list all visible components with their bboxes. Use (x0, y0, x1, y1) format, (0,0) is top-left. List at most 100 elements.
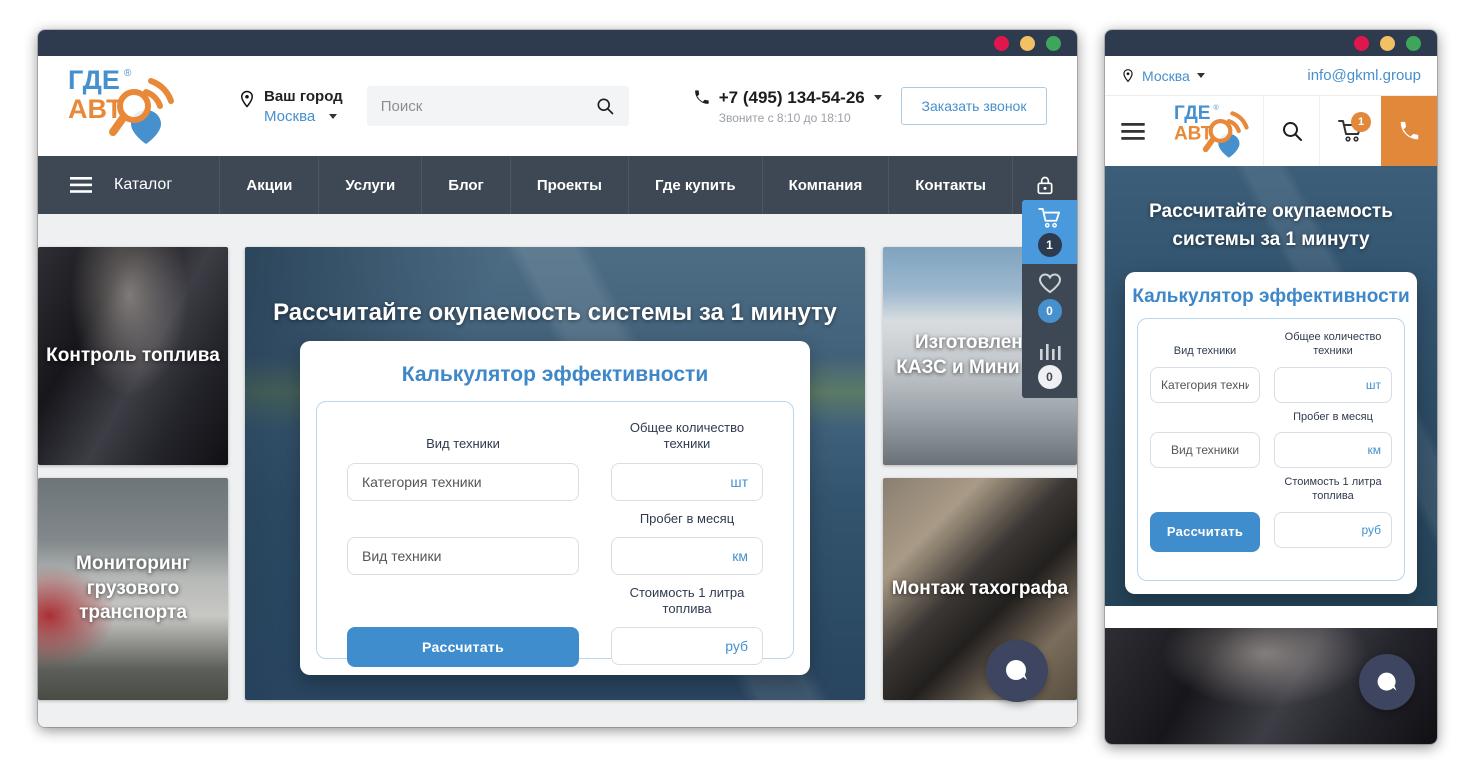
phone-icon (1398, 120, 1420, 142)
banner-tachograph[interactable]: Монтаж тахографа (883, 478, 1077, 700)
mobile-topbar: Москва info@gkml.group (1105, 56, 1437, 96)
favorites-widget-button[interactable]: 0 (1022, 264, 1077, 332)
mobile-photo-banner[interactable] (1105, 628, 1437, 744)
floating-side-widget: 1 0 0 (1022, 200, 1077, 398)
quantity-unit: шт (1366, 378, 1381, 392)
fuel-price-field[interactable]: руб (1274, 512, 1392, 548)
nav-item-uslugi[interactable]: Услуги (318, 156, 421, 214)
fuel-unit: руб (725, 638, 748, 654)
mobile-window-titlebar (1105, 30, 1437, 56)
nav-catalog[interactable]: Каталог (38, 156, 219, 214)
main-navigation: Каталог Акции Услуги Блог Проекты Где ку… (38, 156, 1077, 214)
compare-widget-button[interactable]: 0 (1022, 332, 1077, 398)
search-box (367, 86, 629, 126)
nav-item-blog[interactable]: Блог (421, 156, 510, 214)
mobile-cart-button[interactable]: 1 (1319, 96, 1381, 166)
chat-widget-button[interactable] (1359, 654, 1415, 710)
chat-widget-button[interactable] (986, 640, 1048, 702)
chevron-down-icon (874, 95, 882, 100)
chat-bubble-icon (1374, 669, 1401, 696)
phone-hours: Звоните с 8:10 до 18:10 (719, 111, 882, 125)
mobile-menu-button[interactable] (1105, 96, 1161, 166)
site-logo[interactable]: ГДЕ ® АВТ (1161, 96, 1263, 166)
logo-text-top: ГДЕ (68, 65, 120, 95)
vehicle-field (1150, 432, 1260, 468)
nav-item-kompaniya[interactable]: Компания (762, 156, 889, 214)
bar-chart-icon (1038, 341, 1062, 360)
banner-label: Контроль топлива (46, 344, 220, 369)
phone-icon (693, 89, 710, 106)
window-maximize-button[interactable] (1406, 36, 1421, 51)
vehicle-input[interactable] (1161, 443, 1249, 457)
window-close-button[interactable] (994, 36, 1009, 51)
nav-item-proekty[interactable]: Проекты (510, 156, 628, 214)
window-minimize-button[interactable] (1020, 36, 1035, 51)
banner-cargo-monitoring[interactable]: Мониторинг грузового транспорта (38, 478, 228, 700)
page-content: Контроль топлива Мониторинг грузового тр… (38, 214, 1077, 727)
vehicle-input[interactable] (362, 548, 564, 564)
vehicle-field (347, 537, 579, 575)
mobile-header: ГДЕ ® АВТ 1 (1105, 96, 1437, 166)
email-link[interactable]: info@gkml.group (1307, 67, 1421, 84)
logo-text-bottom: АВТ (68, 94, 123, 124)
mileage-field[interactable]: км (1274, 432, 1392, 468)
mileage-field[interactable]: км (611, 537, 763, 575)
mileage-unit: км (1368, 443, 1382, 457)
category-input[interactable] (1161, 378, 1249, 392)
mileage-label: Пробег в месяц (611, 511, 763, 527)
window-minimize-button[interactable] (1380, 36, 1395, 51)
banner-label: Монтаж тахографа (892, 577, 1068, 602)
mobile-browser-window: Москва info@gkml.group ГДЕ ® АВТ (1105, 30, 1437, 744)
cart-count-badge: 1 (1351, 112, 1371, 132)
window-close-button[interactable] (1354, 36, 1369, 51)
logo-text-top: ГДЕ (1174, 103, 1211, 124)
quantity-field[interactable]: шт (611, 463, 763, 501)
city-selector[interactable]: Москва (264, 108, 343, 125)
search-input[interactable] (381, 98, 595, 115)
mobile-city-selector[interactable]: Москва (1121, 67, 1205, 84)
fuel-price-field[interactable]: руб (611, 627, 763, 665)
fuel-unit: руб (1361, 523, 1381, 537)
nav-item-label: Каталог (114, 176, 172, 194)
site-logo[interactable]: ГДЕ ® АВТ (68, 62, 176, 150)
calculate-button[interactable]: Рассчитать (1150, 512, 1260, 552)
city-selector-block: Ваш город Москва (238, 88, 343, 125)
category-input[interactable] (362, 474, 564, 490)
vehicle-type-label: Вид техники (1150, 345, 1260, 359)
category-field (1150, 367, 1260, 403)
window-maximize-button[interactable] (1046, 36, 1061, 51)
calculator-form: Вид техники Общее количество техники шт … (316, 401, 794, 659)
city-label: Ваш город (264, 88, 343, 105)
search-icon[interactable] (595, 96, 615, 116)
vehicle-type-label: Вид техники (347, 436, 579, 452)
quantity-label: Общее количество техники (611, 420, 763, 453)
mobile-hero-banner: Рассчитайте окупаемость системы за 1 мин… (1105, 166, 1437, 606)
chat-bubble-icon (1002, 656, 1032, 686)
calculator-title: Калькулятор эффективности (1125, 286, 1417, 308)
mileage-unit: км (732, 548, 748, 564)
desktop-browser-window: ГДЕ ® АВТ Ваш город Москва +7 (495) 13 (38, 30, 1077, 727)
fuel-price-label: Стоимость 1 литра топлива (1274, 476, 1392, 504)
logo-text-bottom: АВТ (1174, 123, 1213, 144)
location-pin-icon (238, 88, 256, 110)
callback-button[interactable]: Заказать звонок (901, 87, 1047, 125)
content-spacer (1105, 606, 1437, 628)
mobile-search-button[interactable] (1263, 96, 1319, 166)
fuel-price-label: Стоимость 1 литра топлива (611, 585, 763, 618)
compare-count-badge: 0 (1038, 365, 1062, 389)
category-field (347, 463, 579, 501)
quantity-unit: шт (730, 474, 748, 490)
desktop-window-titlebar (38, 30, 1077, 56)
heart-icon (1038, 273, 1062, 294)
calculate-button[interactable]: Рассчитать (347, 627, 579, 667)
banner-fuel-control[interactable]: Контроль топлива (38, 247, 228, 465)
nav-item-akcii[interactable]: Акции (219, 156, 318, 214)
nav-item-kontakty[interactable]: Контакты (888, 156, 1012, 214)
chevron-down-icon (329, 114, 337, 119)
nav-item-gde-kupit[interactable]: Где купить (628, 156, 762, 214)
phone-number-link[interactable]: +7 (495) 134-54-26 (693, 88, 882, 108)
quantity-field[interactable]: шт (1274, 367, 1392, 403)
cart-widget-button[interactable]: 1 (1022, 200, 1077, 264)
mobile-call-button[interactable] (1381, 96, 1437, 166)
location-pin-icon (1121, 67, 1135, 84)
